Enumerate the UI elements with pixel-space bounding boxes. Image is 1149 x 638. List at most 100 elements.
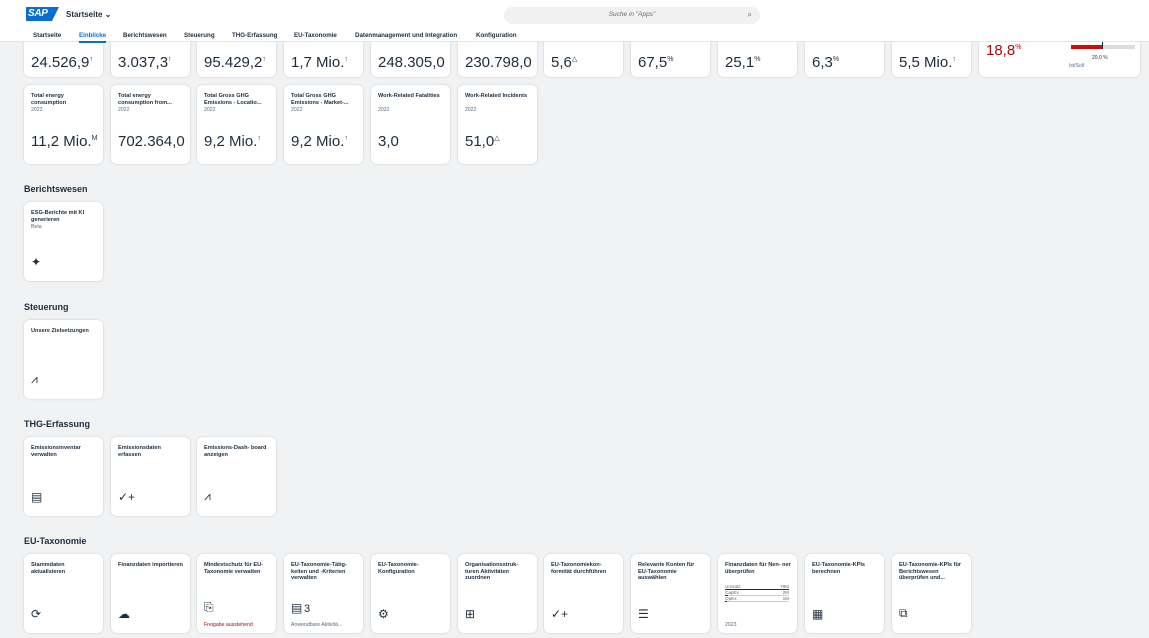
section-title-steuerung: Steuerung	[24, 302, 69, 312]
kpi-value: 25,1%	[725, 54, 761, 71]
progress-bar	[1071, 39, 1135, 49]
kpi-tile-energy[interactable]: Total energy consumption 2023 11,2 Mio.M	[24, 85, 103, 164]
tile-title: ESG-Berichte mit KI generieren	[31, 210, 85, 223]
kpi-value: 230.798,0	[465, 54, 532, 71]
tile-title: Total Gross GHG Emissions - Locatio...	[204, 93, 262, 106]
add-check-icon: ✓+	[118, 490, 136, 504]
mini-bar	[725, 601, 727, 602]
tile-stammdaten[interactable]: Stammdaten aktualisieren ⟳	[24, 554, 103, 633]
chart-line-icon: ⩘	[31, 372, 38, 386]
kpi-value: 248.305,0	[378, 54, 445, 71]
tile-title: EU-Taxonomie-KPIs für Berichtswesen über…	[899, 562, 962, 582]
tile-title: Organisationsstruk- turen Aktivitäten zu…	[465, 562, 519, 582]
kpi-tile-ghg-market[interactable]: Total Gross GHG Emissions - Market-... 2…	[284, 85, 363, 164]
tile-title: Emissions-Dash- board anzeigen	[204, 445, 267, 458]
tile-eu-konfiguration[interactable]: EU-Taxonomie- Konfiguration ⚙	[371, 554, 450, 633]
tab-thg-erfassung[interactable]: THG-Erfassung	[232, 32, 277, 39]
tile-esg-berichte[interactable]: ESG-Berichte mit KI generieren Beta ✦	[24, 202, 103, 281]
tile-subtitle: 2022	[378, 107, 390, 113]
tab-bar: Startseite Einblicke Berichtswesen Steue…	[0, 28, 1149, 43]
section-title-eu: EU-Taxonomie	[24, 536, 87, 546]
search-input[interactable]: Suche in "Apps"	[504, 11, 760, 18]
tile-title: Finanzdaten importieren	[118, 562, 183, 568]
tab-berichtswesen[interactable]: Berichtswesen	[123, 32, 167, 39]
tab-startseite[interactable]: Startseite	[33, 32, 61, 39]
tile-emissions-dashboard[interactable]: Emissions-Dash- board anzeigen ⩘	[197, 437, 276, 516]
kpi-value: 9,2 Mio.↑	[291, 133, 348, 150]
shell-bar: SAP Startseite ⌄ Suche in "Apps" ⌕ Start…	[0, 0, 1149, 43]
tile-title: EU-Taxonomiekon- formität durchführen	[551, 562, 607, 575]
tile-organisationsstrukturen[interactable]: Organisationsstruk- turen Aktivitäten zu…	[458, 554, 537, 633]
tile-finanzdaten-nenner[interactable]: Finanzdaten für Nen- ner überprüfen Umsa…	[718, 554, 797, 633]
chart-line-icon: ⩘	[204, 489, 211, 503]
document-add-icon: ⎘	[204, 600, 214, 614]
tile-title: Work-Related Incidents	[465, 93, 528, 99]
documents-icon: ⧉	[899, 606, 908, 620]
kpi-value: 67,5%	[638, 54, 674, 71]
kpi-value: 6,3%	[812, 54, 840, 71]
tile-title: Total Gross GHG Emissions - Market-...	[291, 93, 349, 106]
tile-subtitle: Beta	[31, 224, 42, 230]
tile-subtitle: 2022	[465, 107, 477, 113]
kpi-value: 9,2 Mio.↑	[204, 133, 261, 150]
tile-kpis-berichtswesen[interactable]: EU-Taxonomie-KPIs für Berichtswesen über…	[892, 554, 971, 633]
kpi-value: 11,2 Mio.M	[31, 133, 98, 150]
kpi-tile-energy-from[interactable]: Total energy consumption from... 2022 70…	[111, 85, 190, 164]
tab-einblicke[interactable]: Einblicke	[79, 32, 107, 43]
sparkle-icon: ✦	[31, 255, 42, 269]
refresh-icon: ⟳	[31, 607, 42, 621]
sap-logo[interactable]: SAP	[26, 7, 59, 21]
tile-subtitle: 2022	[118, 107, 130, 113]
progress-fill	[1071, 45, 1103, 49]
tile-title: Stammdaten aktualisieren	[31, 562, 66, 575]
tile-emissionsdaten[interactable]: Emissionsdaten erfassen ✓+	[111, 437, 190, 516]
tile-subtitle: 2023	[31, 107, 43, 113]
tile-title: Emissionsinventar verwalten	[31, 445, 81, 458]
kpi-tile-incidents[interactable]: Work-Related Incidents 2022 51,0△	[458, 85, 537, 164]
section-title-thg: THG-Erfassung	[24, 419, 91, 429]
progress-legend: Ist/Soll	[1069, 63, 1085, 69]
kpi-value: 702.364,0	[118, 133, 185, 150]
progress-label: 20,0 %	[1092, 55, 1108, 61]
tile-title: Unsere Zielsetzungen	[31, 328, 89, 334]
tile-relevante-konten[interactable]: Relevante Konten für EU-Taxonomie auswäh…	[631, 554, 710, 633]
kpi-value: 24.526,9↑	[31, 54, 93, 71]
tile-zielsetzungen[interactable]: Unsere Zielsetzungen ⩘	[24, 320, 103, 399]
section-title-berichtswesen: Berichtswesen	[24, 184, 88, 194]
cloud-upload-icon: ☁	[118, 607, 130, 621]
clipboard-icon: ▤	[31, 490, 43, 504]
kpi-value: 1,7 Mio.↑	[291, 54, 348, 71]
add-check-icon: ✓+	[551, 607, 569, 621]
kpi-tile-ghg-location[interactable]: Total Gross GHG Emissions - Locatio... 2…	[197, 85, 276, 164]
tab-eu-taxonomie[interactable]: EU-Taxonomie	[294, 32, 337, 39]
tab-konfiguration[interactable]: Konfiguration	[476, 32, 517, 39]
search-icon[interactable]: ⌕	[748, 10, 752, 20]
tile-title: EU-Taxonomie-Tätig- keiten und -Kriterie…	[291, 562, 347, 582]
kpi-value: 51,0△	[465, 133, 500, 150]
kpi-value: 3,0	[378, 133, 399, 150]
shell-title-menu[interactable]: Startseite ⌄	[66, 10, 111, 19]
tile-footer: 2023	[725, 622, 737, 628]
tab-steuerung[interactable]: Steuerung	[184, 32, 215, 39]
search-field[interactable]: Suche in "Apps" ⌕	[504, 7, 760, 24]
hierarchy-icon: ⊞	[465, 607, 476, 621]
tile-kpis-berechnen[interactable]: EU-Taxonomie-KPIs berechnen ▦	[805, 554, 884, 633]
tab-datenmanagement[interactable]: Datenmanagement und Integration	[355, 32, 457, 39]
tile-konformitaet[interactable]: EU-Taxonomiekon- formität durchführen ✓+	[544, 554, 623, 633]
settings-icon: ⚙	[378, 607, 389, 621]
tile-taetigkeiten[interactable]: EU-Taxonomie-Tätig- keiten und -Kriterie…	[284, 554, 363, 633]
tile-title: Finanzdaten für Nen- ner überprüfen	[725, 562, 791, 575]
tile-emissionsinventar[interactable]: Emissionsinventar verwalten ▤	[24, 437, 103, 516]
kpi-value: 5,6△	[551, 54, 578, 71]
tile-title: Mindestschutz für EU-Taxonomie verwalten	[204, 562, 264, 575]
kpi-tile-fatalities[interactable]: Work-Related Fatalities 2022 3,0	[371, 85, 450, 164]
shell-title: Startseite	[66, 10, 103, 19]
tile-mindestschutz[interactable]: Mindestschutz für EU-Taxonomie verwalten…	[197, 554, 276, 633]
tile-title: EU-Taxonomie-KPIs berechnen	[812, 562, 866, 575]
kpi-value: 5,5 Mio.↑	[899, 54, 956, 71]
tile-finanzdaten-import[interactable]: Finanzdaten importieren ☁	[111, 554, 190, 633]
calculator-icon: ▦	[812, 607, 824, 621]
list-icon: ▤	[291, 601, 303, 615]
tile-status: Freigabe ausstehend	[204, 622, 253, 628]
tile-footer: Anwendbare Aktivitä...	[291, 622, 343, 628]
